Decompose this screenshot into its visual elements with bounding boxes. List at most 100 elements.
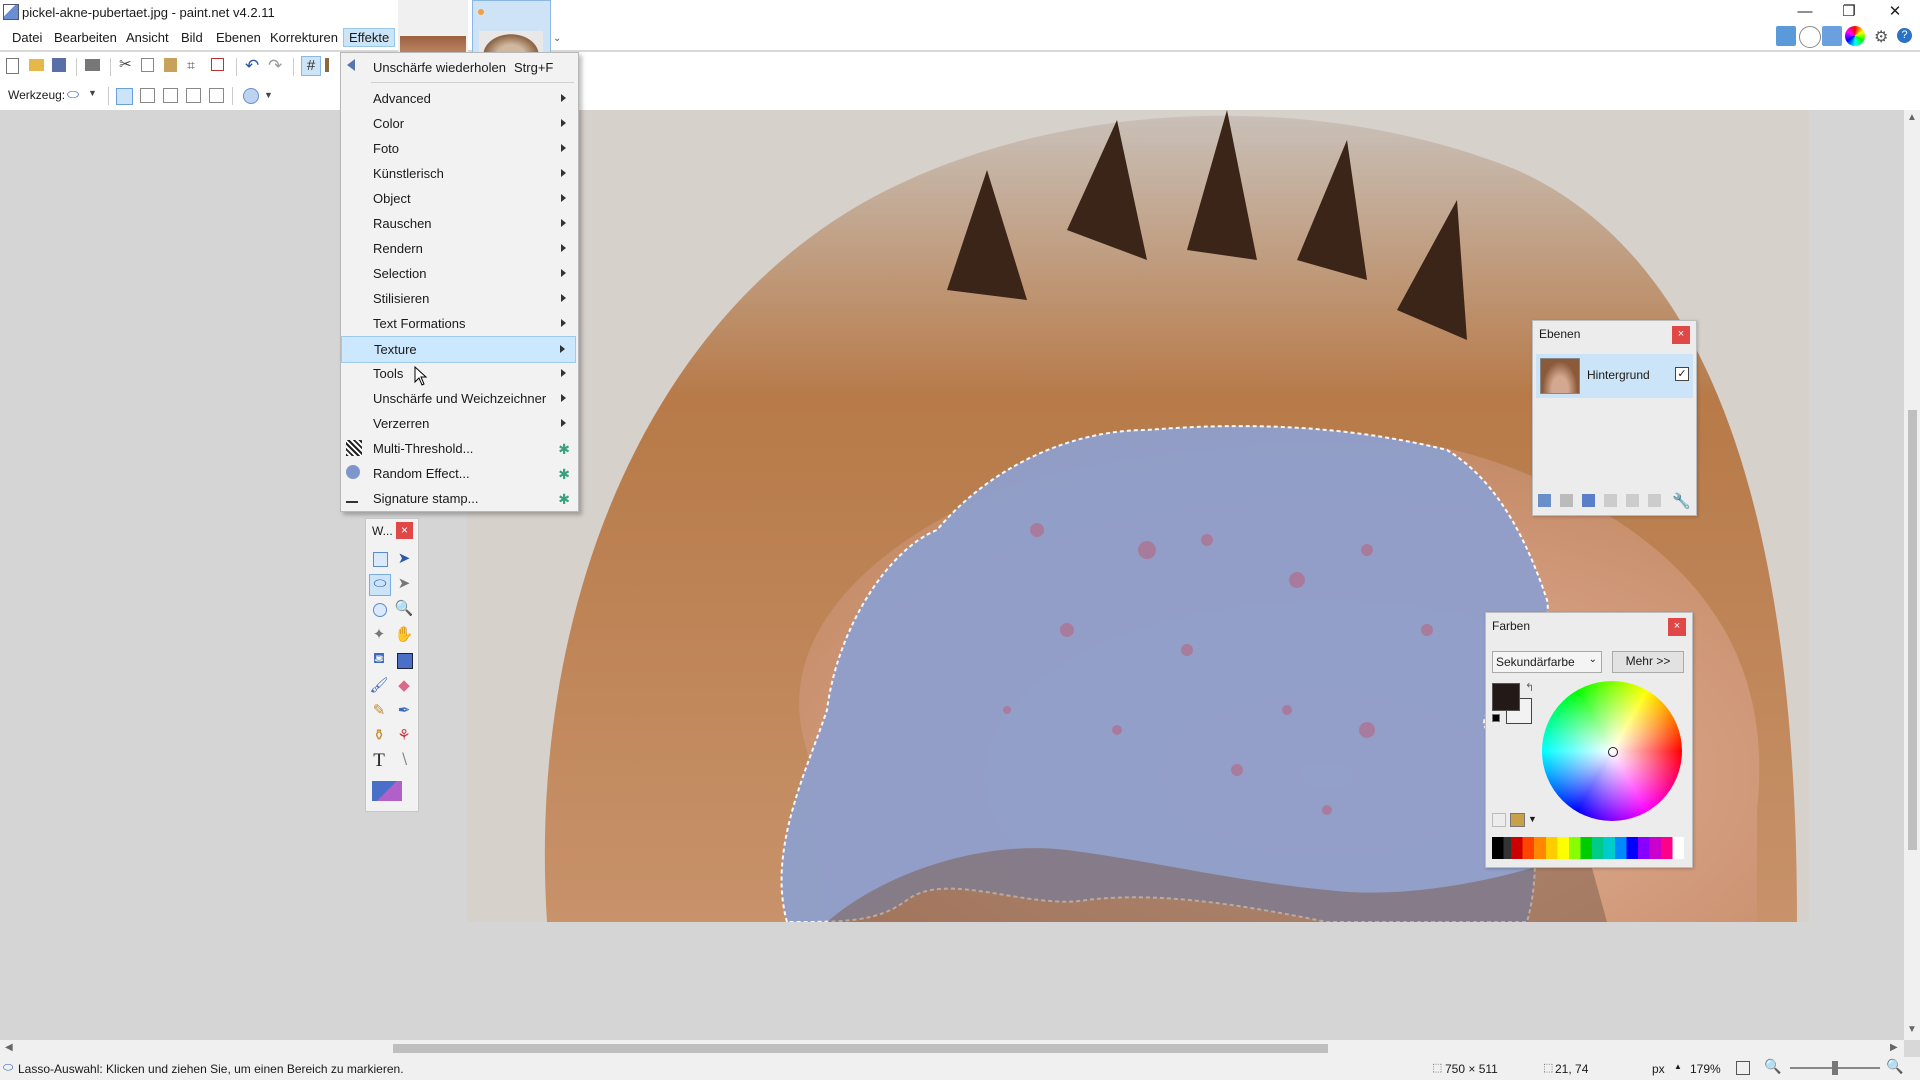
minimize-button[interactable]: —	[1782, 0, 1828, 25]
vertical-scrollbar[interactable]: ▲ ▼	[1904, 110, 1920, 1040]
menu-ansicht[interactable]: Ansicht	[126, 30, 169, 45]
swap-colors-icon[interactable]: ↰	[1525, 681, 1534, 694]
palette-dropdown-arrow-icon[interactable]: ▼	[1528, 814, 1537, 824]
text-tool-icon[interactable]: T	[369, 750, 389, 771]
menu-item-text-formations[interactable]: Text Formations	[341, 311, 576, 336]
menu-item-repeat-blur[interactable]: Unschärfe wiederholen Strg+F	[341, 55, 576, 80]
tool-selector-lasso-icon[interactable]: ⬭	[67, 86, 79, 103]
menu-item-object[interactable]: Object	[341, 186, 576, 211]
line-curve-tool-icon[interactable]: ∖	[394, 750, 414, 770]
layer-visibility-checkbox[interactable]: ✓	[1675, 367, 1689, 381]
settings-gear-icon[interactable]: ⚙	[1874, 27, 1888, 47]
layers-panel-toggle-icon[interactable]	[1822, 26, 1842, 46]
paint-bucket-tool-icon[interactable]: ⛾	[369, 650, 389, 670]
eraser-tool-icon[interactable]: ◆	[394, 676, 414, 696]
color-wheel[interactable]	[1542, 681, 1682, 821]
selection-mode-intersect-icon[interactable]	[186, 88, 201, 103]
units-dropdown-arrow-icon[interactable]: ▲	[1674, 1062, 1682, 1071]
paintbrush-tool-icon[interactable]: 🖌	[369, 676, 389, 696]
zoom-tool-icon[interactable]: 🔍	[394, 599, 414, 619]
menu-bearbeiten[interactable]: Bearbeiten	[54, 30, 117, 45]
paste-icon[interactable]	[164, 58, 177, 72]
layers-panel-close-button[interactable]: ×	[1672, 326, 1690, 344]
move-selection-tool-icon[interactable]: ➤	[394, 574, 414, 594]
print-icon[interactable]	[85, 59, 100, 71]
menu-ebenen[interactable]: Ebenen	[216, 30, 261, 45]
menu-item-color[interactable]: Color	[341, 111, 576, 136]
menu-item-kuenstlerisch[interactable]: Künstlerisch	[341, 161, 576, 186]
move-layer-down-icon[interactable]	[1648, 494, 1661, 507]
horizontal-scrollbar[interactable]: ◀ ▶	[0, 1040, 1904, 1057]
color-palette-strip[interactable]	[1492, 837, 1684, 859]
selection-mode-union-icon[interactable]	[140, 88, 155, 103]
menu-effekte[interactable]: Effekte	[343, 28, 396, 47]
delete-layer-icon[interactable]	[1560, 494, 1573, 507]
units-selector[interactable]: px	[1652, 1062, 1665, 1076]
maximize-button[interactable]: ❐	[1826, 0, 1872, 25]
menu-item-texture[interactable]: Texture	[341, 336, 576, 363]
clone-stamp-tool-icon[interactable]: ⚱	[369, 726, 389, 746]
paintnet-app-icon[interactable]	[3, 4, 19, 20]
primary-color-swatch[interactable]	[1492, 683, 1520, 711]
deselect-icon[interactable]	[211, 58, 224, 71]
color-wheel-cursor[interactable]	[1608, 747, 1618, 757]
reset-colors-icon[interactable]	[1492, 714, 1500, 722]
undo-icon[interactable]: ↶	[245, 56, 261, 75]
rulers-icon[interactable]	[325, 58, 329, 72]
magic-wand-tool-icon[interactable]: ✦	[369, 625, 389, 645]
zoom-out-icon[interactable]: 🔍	[1764, 1058, 1781, 1075]
menu-item-selection[interactable]: Selection	[341, 261, 576, 286]
image-tab-1[interactable]	[398, 0, 468, 54]
menu-item-rendern[interactable]: Rendern	[341, 236, 576, 261]
selection-mode-invert-icon[interactable]	[209, 88, 224, 103]
new-file-icon[interactable]	[6, 58, 19, 74]
zoom-in-icon[interactable]: 🔍	[1886, 1058, 1903, 1075]
vertical-scrollbar-thumb[interactable]	[1908, 410, 1917, 850]
tools-window-close-button[interactable]: ×	[396, 522, 413, 539]
move-layer-up-icon[interactable]	[1626, 494, 1639, 507]
menu-item-foto[interactable]: Foto	[341, 136, 576, 161]
menu-item-rauschen[interactable]: Rauschen	[341, 211, 576, 236]
pan-tool-icon[interactable]: ✋	[394, 625, 414, 645]
cut-icon[interactable]: ✂	[119, 57, 135, 73]
scroll-down-arrow-icon[interactable]: ▼	[1907, 1024, 1917, 1035]
menu-item-stilisieren[interactable]: Stilisieren	[341, 286, 576, 311]
duplicate-layer-icon[interactable]	[1582, 494, 1595, 507]
move-selected-tool-icon[interactable]: ➤	[394, 549, 414, 569]
color-mode-dropdown[interactable]: Sekundärfarbe ⌄	[1492, 651, 1602, 673]
antialiasing-dropdown-arrow-icon[interactable]: ▼	[264, 90, 273, 100]
antialiasing-icon[interactable]	[243, 88, 259, 104]
horizontal-scrollbar-thumb[interactable]	[393, 1044, 1328, 1053]
menu-item-verzerren[interactable]: Verzerren	[341, 411, 576, 436]
gradient-tool-icon[interactable]	[397, 653, 413, 669]
crop-to-selection-icon[interactable]: ⌗	[187, 57, 203, 73]
image-tab-2-active[interactable]	[472, 0, 551, 56]
menu-item-advanced[interactable]: Advanced	[341, 86, 576, 111]
more-button[interactable]: Mehr >>	[1612, 651, 1684, 673]
menu-item-tools[interactable]: Tools	[341, 361, 576, 386]
scroll-left-arrow-icon[interactable]: ◀	[5, 1042, 13, 1053]
tab-list-chevron-down-icon[interactable]: ⌄	[553, 33, 561, 44]
zoom-level[interactable]: 179%	[1690, 1062, 1721, 1076]
zoom-slider-thumb[interactable]	[1832, 1061, 1838, 1075]
scroll-right-arrow-icon[interactable]: ▶	[1890, 1042, 1898, 1053]
colors-panel-toggle-icon[interactable]	[1845, 26, 1865, 46]
help-icon[interactable]: ?	[1897, 28, 1912, 43]
lasso-select-tool-icon[interactable]: ⬭	[369, 574, 391, 596]
merge-layer-down-icon[interactable]	[1604, 494, 1617, 507]
rectangle-select-tool-icon[interactable]	[373, 552, 388, 567]
add-layer-icon[interactable]	[1538, 494, 1551, 507]
redo-icon[interactable]: ↷	[268, 56, 284, 75]
save-file-icon[interactable]	[52, 58, 66, 72]
scroll-up-arrow-icon[interactable]: ▲	[1907, 112, 1917, 123]
color-picker-tool-icon[interactable]: ✒	[394, 701, 414, 721]
selection-mode-exclude-icon[interactable]	[163, 88, 178, 103]
menu-item-signature-stamp[interactable]: Signature stamp... ✱	[341, 486, 576, 511]
menu-bild[interactable]: Bild	[181, 30, 203, 45]
menu-korrekturen[interactable]: Korrekturen	[270, 30, 338, 45]
open-file-icon[interactable]	[29, 59, 44, 71]
selection-mode-replace-icon[interactable]	[116, 88, 133, 105]
layer-row-hintergrund[interactable]: Hintergrund ✓	[1536, 354, 1693, 398]
tool-selector-dropdown-arrow-icon[interactable]: ▼	[88, 88, 97, 98]
menu-item-random-effect[interactable]: Random Effect... ✱	[341, 461, 576, 486]
